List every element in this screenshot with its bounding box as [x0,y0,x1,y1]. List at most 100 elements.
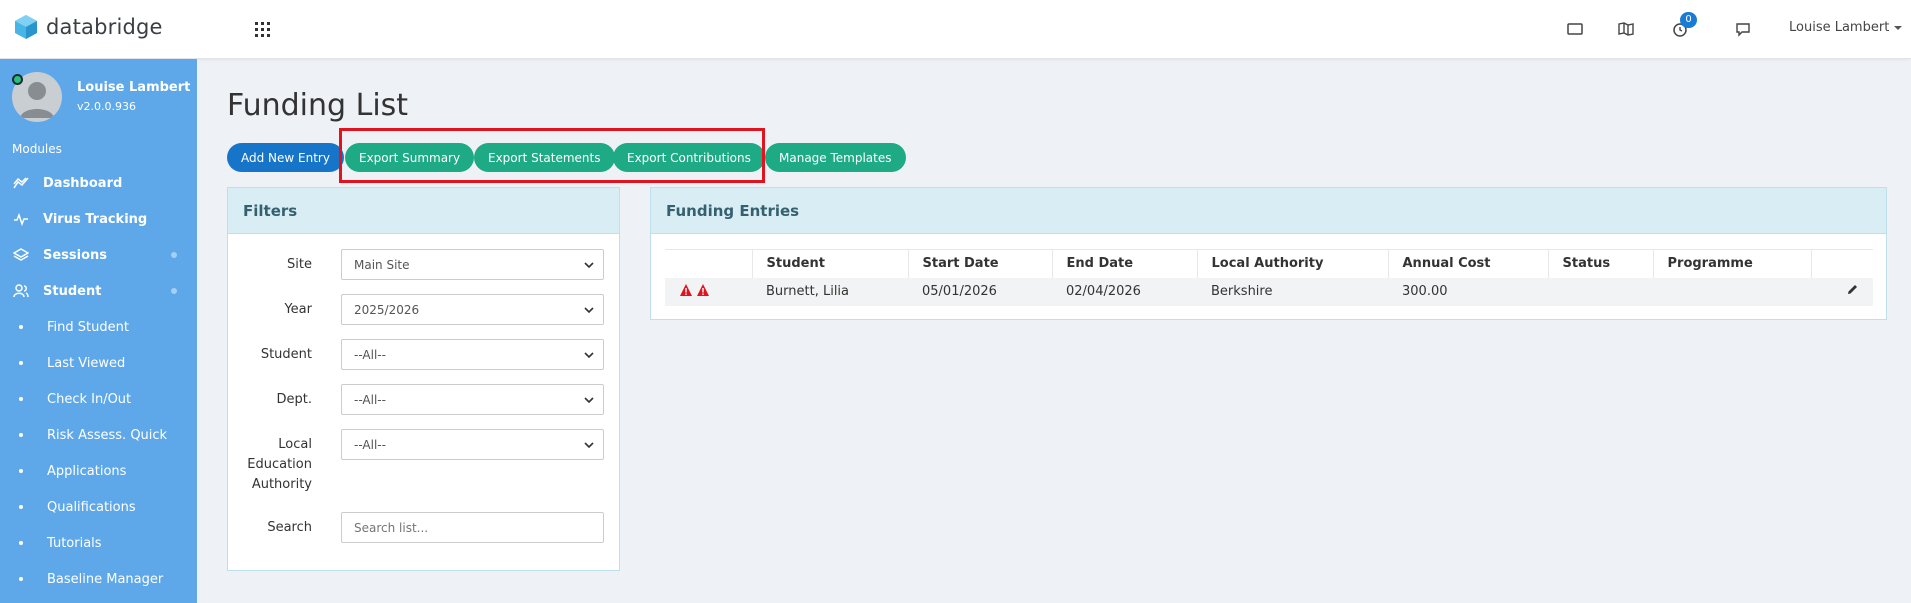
sidebar-item-tutorials[interactable]: Tutorials [0,525,197,561]
dept-select[interactable]: --All-- [341,384,604,415]
table-row[interactable]: Burnett, Lilia 05/01/2026 02/04/2026 Ber… [665,277,1873,306]
caret-down-icon [1894,25,1903,30]
sidebar-item-applications[interactable]: Applications [0,453,197,489]
lea-label-line-1: Local [278,437,312,452]
lea-label-line-3: Authority [251,477,312,492]
column-header-start-date[interactable]: Start Date [908,249,1053,278]
chevron-down-icon [584,442,594,449]
databridge-logo-icon [15,15,37,39]
cell-status [1548,277,1653,306]
site-label: Site [287,257,312,272]
pencil-edit-icon[interactable] [1846,283,1859,296]
app-version: v2.0.0.936 [77,100,136,113]
sidebar: Louise Lambert v2.0.0.936 Modules Dashbo… [0,59,197,603]
bullet-icon [19,325,23,329]
sidebar-item-label: Tutorials [47,535,102,551]
search-label: Search [267,520,312,535]
chevron-down-icon [584,307,594,314]
warning-icon [680,283,709,296]
expand-indicator-icon [171,288,177,294]
profile-name: Louise Lambert [77,80,191,95]
book-icon[interactable] [1616,19,1636,39]
add-new-entry-button[interactable]: Add New Entry [227,143,344,172]
sidebar-item-label: Check In/Out [47,391,132,407]
apps-grid-icon[interactable] [254,21,271,38]
filters-title: Filters [228,188,619,234]
top-bar: databridge 0 Louise Lambert [0,0,1911,59]
bullet-icon [19,469,23,473]
column-header-end-date[interactable]: End Date [1052,249,1198,278]
online-status-dot [12,74,23,85]
column-header-student[interactable]: Student [752,249,909,278]
student-select[interactable]: --All-- [341,339,604,370]
modules-heading: Modules [12,142,62,156]
profile-panel: Louise Lambert v2.0.0.936 [0,59,197,135]
bullet-icon [19,505,23,509]
search-input[interactable] [341,512,604,543]
sidebar-item-label: Find Student [47,319,129,335]
chevron-down-icon [584,352,594,359]
tablet-icon[interactable] [1565,19,1585,39]
layers-icon [13,247,29,263]
column-header-local-authority[interactable]: Local Authority [1197,249,1389,278]
chat-icon[interactable] [1733,19,1753,39]
year-label: Year [284,302,312,317]
bullet-icon [19,541,23,545]
manage-templates-button[interactable]: Manage Templates [765,143,906,172]
sidebar-item-last-viewed[interactable]: Last Viewed [0,345,197,381]
warning-cell [665,277,752,306]
app-name: databridge [46,15,163,39]
filters-panel: Filters Site Main Site Year 2025/2026 St… [227,187,620,571]
funding-entries-table: Student Start Date End Date Local Author… [665,249,1873,306]
column-header-programme[interactable]: Programme [1653,249,1812,278]
dept-label: Dept. [276,392,313,407]
sidebar-item-label: Student [43,283,102,299]
sidebar-item-sessions[interactable]: Sessions [0,237,197,273]
sidebar-item-baseline-manager[interactable]: Baseline Manager [0,561,197,597]
sidebar-item-label: Risk Assess. Quick [47,427,168,443]
sidebar-item-label: Dashboard [43,175,123,191]
sidebar-nav: Dashboard Virus Tracking Sessions Studen… [0,165,197,597]
chevron-down-icon [584,262,594,269]
bullet-icon [19,577,23,581]
student-label: Student [260,347,312,362]
sidebar-item-label: Applications [47,463,127,479]
site-select-value: Main Site [354,257,410,272]
table-header-row: Student Start Date End Date Local Author… [665,249,1873,278]
lea-select[interactable]: --All-- [341,429,604,460]
dept-select-value: --All-- [354,392,386,407]
year-select-value: 2025/2026 [354,302,420,317]
sidebar-item-label: Virus Tracking [43,211,148,227]
users-icon [13,283,29,299]
sidebar-item-label: Qualifications [47,499,136,515]
sidebar-item-find-student[interactable]: Find Student [0,309,197,345]
site-select[interactable]: Main Site [341,249,604,280]
lea-select-value: --All-- [354,437,386,452]
cell-local-authority: Berkshire [1197,277,1388,306]
page-title: Funding List [227,88,409,123]
cell-annual-cost: 300.00 [1388,277,1548,306]
app-logo[interactable]: databridge [14,14,163,40]
sidebar-item-student[interactable]: Student [0,273,197,309]
funding-entries-panel: Funding Entries Student Start Date End D… [650,187,1887,320]
user-menu-name: Louise Lambert [1789,20,1890,35]
column-header-annual-cost[interactable]: Annual Cost [1388,249,1549,278]
sidebar-item-check-in-out[interactable]: Check In/Out [0,381,197,417]
sidebar-item-qualifications[interactable]: Qualifications [0,489,197,525]
notification-badge: 0 [1680,12,1697,28]
sidebar-item-dashboard[interactable]: Dashboard [0,165,197,201]
cell-start-date: 05/01/2026 [908,277,1052,306]
cell-end-date: 02/04/2026 [1052,277,1197,306]
sidebar-item-risk-assess-quick[interactable]: Risk Assess. Quick [0,417,197,453]
chevron-down-icon [584,397,594,404]
sidebar-item-virus-tracking[interactable]: Virus Tracking [0,201,197,237]
user-menu[interactable]: Louise Lambert [1789,20,1903,35]
sidebar-item-label: Last Viewed [47,355,126,371]
column-header-status[interactable]: Status [1548,249,1654,278]
year-select[interactable]: 2025/2026 [341,294,604,325]
bullet-icon [19,433,23,437]
chart-line-icon [13,175,29,191]
bullet-icon [19,397,23,401]
pulse-icon [13,211,29,227]
cell-student: Burnett, Lilia [752,277,908,306]
